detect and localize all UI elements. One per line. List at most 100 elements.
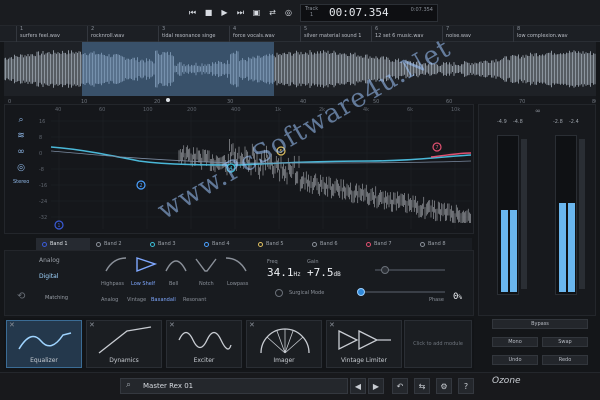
link-icon[interactable]: ∞: [13, 147, 29, 161]
settings-gear-icon[interactable]: ⚙: [436, 378, 452, 394]
band-tab[interactable]: Band 1: [36, 238, 90, 250]
module-vintage-limiter[interactable]: ✕ Vintage Limiter: [326, 320, 402, 368]
output-meter: [555, 135, 577, 295]
band-tabs: Band 1 Band 2 Band 3 Band 4 Band 5 Band 6 Band…: [36, 238, 472, 250]
undo-button[interactable]: Undo: [492, 355, 538, 365]
highpass-shape-icon[interactable]: [105, 255, 127, 273]
mono-button[interactable]: Mono: [492, 337, 538, 347]
zoom-icon[interactable]: ⌕: [13, 115, 29, 129]
shape-label-vintage[interactable]: Vintage: [127, 297, 146, 303]
db-tick-label: -32: [39, 215, 47, 221]
waveform-overview[interactable]: [3, 42, 596, 96]
band-tab[interactable]: Band 3: [144, 238, 198, 250]
module-dynamics[interactable]: ✕ Dynamics: [86, 320, 162, 368]
phase-value[interactable]: 0%: [453, 292, 462, 302]
file-slot[interactable]: 7 noise.wav: [442, 26, 513, 42]
band-tab[interactable]: Band 6: [306, 238, 360, 250]
remove-module-icon[interactable]: ✕: [169, 321, 175, 329]
output-gain-fader[interactable]: [579, 139, 585, 289]
redo-button[interactable]: Redo: [542, 355, 588, 365]
gain-value[interactable]: +7.5dB: [307, 266, 341, 279]
eq-graph[interactable]: 40 60 100 200 400 1k 2k 4k 6k 10k 16 8 0 -8 -16 -24 -32 1…: [39, 105, 471, 233]
settings-icon[interactable]: ◎: [282, 6, 295, 19]
module-chain: ✕ Equalizer ✕ Dynamics ✕ Exciter ✕ Image…: [4, 318, 474, 370]
next-preset-button[interactable]: ▶: [368, 378, 384, 394]
file-slot[interactable]: 1 surfers feel.wav: [16, 26, 87, 42]
band-tab[interactable]: Band 5: [252, 238, 306, 250]
band-tab[interactable]: Band 8: [414, 238, 468, 250]
remove-module-icon[interactable]: ✕: [249, 321, 255, 329]
shape-label-notch[interactable]: Notch: [199, 281, 214, 287]
band-tab[interactable]: Band 4: [198, 238, 252, 250]
notch-shape-icon[interactable]: [195, 255, 217, 273]
input-meter: [497, 135, 519, 295]
file-slot-number: 3: [162, 26, 166, 32]
band-tab-label: Band 1: [50, 241, 68, 247]
search-icon: ⌕: [126, 380, 132, 390]
timeline-ruler[interactable]: 01020304050607080: [4, 96, 598, 105]
selection-region[interactable]: [82, 42, 274, 96]
mode-digital[interactable]: Digital: [39, 273, 58, 280]
low-shelf-shape-icon[interactable]: [135, 255, 157, 273]
input-gain-fader[interactable]: [521, 139, 527, 289]
previous-preset-button[interactable]: ◀: [350, 378, 366, 394]
rewind-button[interactable]: ⏮: [186, 6, 199, 19]
file-strip: 1 surfers feel.wav 2 rocknroll.wav 3 tidal re…: [0, 26, 600, 42]
aux-time: 0:07.354: [410, 7, 433, 13]
bell-shape-icon[interactable]: [165, 255, 187, 273]
swap-button[interactable]: Swap: [542, 337, 588, 347]
mode-matching[interactable]: Matching: [45, 295, 68, 301]
remove-module-icon[interactable]: ✕: [9, 321, 15, 329]
surgical-mode-toggle[interactable]: [275, 289, 283, 297]
file-slot[interactable]: 4 force vocals.wav: [229, 26, 300, 42]
module-exciter[interactable]: ✕ Exciter: [166, 320, 242, 368]
remove-module-icon[interactable]: ✕: [89, 321, 95, 329]
phase-slider-knob[interactable]: [357, 288, 365, 296]
db-tick-label: 0: [39, 151, 42, 157]
shape-label-analog[interactable]: Analog: [101, 297, 118, 303]
fast-forward-button[interactable]: ⏭: [234, 6, 247, 19]
reset-icon[interactable]: ⟲: [17, 291, 25, 302]
add-module-slot[interactable]: Click to add module: [404, 320, 472, 368]
play-button[interactable]: ▶: [218, 6, 231, 19]
undo-history-button[interactable]: ↶: [392, 378, 408, 394]
help-icon[interactable]: ?: [458, 378, 474, 394]
mode-analog[interactable]: Analog: [39, 257, 60, 264]
remove-module-icon[interactable]: ✕: [329, 321, 335, 329]
band-color-icon: [42, 241, 47, 247]
freq-value[interactable]: 34.1Hz: [267, 266, 301, 279]
phase-slider-track[interactable]: [361, 291, 445, 293]
file-slot[interactable]: 8 low complexion.wav: [513, 26, 584, 42]
link-meters-icon[interactable]: ∞: [535, 107, 541, 115]
stereo-label[interactable]: Stereo: [13, 179, 35, 185]
freq-tick-label: 1k: [275, 107, 281, 113]
module-equalizer[interactable]: ✕ Equalizer: [6, 320, 82, 368]
freq-tick-label: 2k: [319, 107, 325, 113]
shape-label-resonant[interactable]: Resonant: [183, 297, 206, 303]
shape-label-bell[interactable]: Bell: [169, 281, 178, 287]
band-tab[interactable]: Band 7: [360, 238, 414, 250]
shape-label-low-shelf[interactable]: Low Shelf: [131, 281, 155, 287]
q-slider-knob[interactable]: [381, 266, 389, 274]
file-slot-name: noise.wav: [446, 33, 471, 39]
bypass-button[interactable]: Bypass: [492, 319, 588, 329]
lowpass-shape-icon[interactable]: [225, 255, 247, 273]
file-slot[interactable]: 6 12 set 6 music.wav: [371, 26, 442, 42]
input-meter-bar-right: [510, 210, 517, 292]
shape-label-baxandall[interactable]: Baxandall: [151, 297, 176, 303]
record-button[interactable]: ▣: [250, 6, 263, 19]
band-tab[interactable]: Band 2: [90, 238, 144, 250]
loop-button[interactable]: ⇄: [266, 6, 279, 19]
compare-button[interactable]: ⇆: [414, 378, 430, 394]
sweep-icon[interactable]: ≋: [13, 131, 29, 145]
band-node-number: 1: [57, 223, 60, 229]
stop-button[interactable]: ■: [202, 6, 215, 19]
stereo-icon[interactable]: ◎: [13, 163, 29, 177]
file-slot[interactable]: 2 rocknroll.wav: [87, 26, 158, 42]
shape-label-highpass[interactable]: Highpass: [101, 281, 124, 287]
file-slot[interactable]: 5 silver material sound 1: [300, 26, 371, 42]
module-imager[interactable]: ✕ Imager: [246, 320, 322, 368]
shape-label-lowpass[interactable]: Lowpass: [227, 281, 248, 287]
preset-selector[interactable]: ⌕ Master Rex 01: [120, 378, 348, 394]
file-slot[interactable]: 3 tidal resonance singe: [158, 26, 229, 42]
